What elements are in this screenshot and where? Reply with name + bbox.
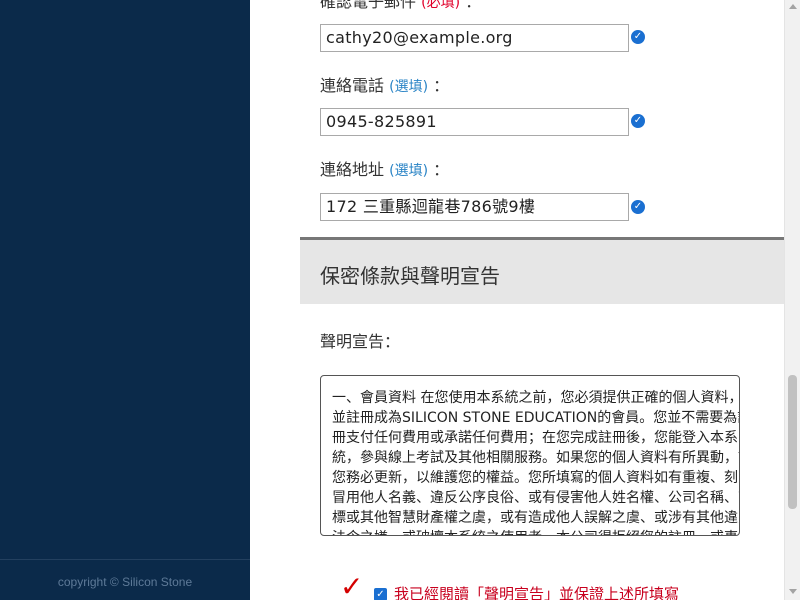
agree-label[interactable]: 我已經閱讀「聲明宣告」並保證上述所填寫: [394, 583, 679, 600]
check-circle-icon: ✓: [631, 200, 645, 214]
address-label: 連絡地址 (選填) ：: [320, 156, 449, 180]
terms-textarea[interactable]: 一、會員資料 在您使用本系統之前，您必須提供正確的個人資料，並註冊成為SILIC…: [320, 375, 740, 536]
label-colon: ：: [433, 76, 450, 95]
sidebar: copyright © Silicon Stone: [0, 0, 250, 600]
phone-label-text: 連絡電話: [320, 76, 385, 95]
check-circle-icon: ✓: [631, 30, 645, 44]
optional-tag: (選填): [389, 79, 429, 95]
confirm-email-label-text: 確認電子郵件: [320, 0, 417, 11]
required-tag: (必填): [421, 0, 461, 11]
check-circle-icon: ✓: [631, 114, 645, 128]
confirm-email-input[interactable]: cathy20@example.org: [320, 24, 629, 52]
optional-tag: (選填): [389, 163, 429, 179]
scroll-up-arrow-icon[interactable]: [789, 4, 797, 9]
label-colon: ：: [433, 160, 450, 179]
section-title: 保密條款與聲明宣告: [320, 264, 500, 288]
address-input[interactable]: 172 三重縣迴龍巷786號9樓: [320, 193, 629, 221]
label-colon: ：: [465, 0, 482, 11]
phone-label: 連絡電話 (選填) ：: [320, 72, 449, 96]
confirm-email-label: 確認電子郵件 (必填) ：: [320, 0, 481, 12]
agree-checkbox[interactable]: ✓: [374, 588, 387, 600]
phone-input[interactable]: 0945-825891: [320, 108, 629, 136]
privacy-section-header: 保密條款與聲明宣告: [300, 237, 784, 304]
declaration-label: 聲明宣告：: [320, 332, 401, 351]
red-checkmark-icon: ✓: [340, 570, 364, 601]
scroll-down-arrow-icon[interactable]: [789, 589, 797, 594]
copyright-footer: copyright © Silicon Stone: [0, 559, 250, 601]
terms-text: 一、會員資料 在您使用本系統之前，您必須提供正確的個人資料，並註冊成為SILIC…: [332, 390, 740, 535]
scrollbar-thumb[interactable]: [788, 375, 797, 509]
page-scrollbar[interactable]: [784, 0, 800, 600]
main-content: 確認電子郵件 (必填) ： cathy20@example.org ✓ 連絡電話…: [250, 0, 784, 600]
address-label-text: 連絡地址: [320, 160, 385, 179]
